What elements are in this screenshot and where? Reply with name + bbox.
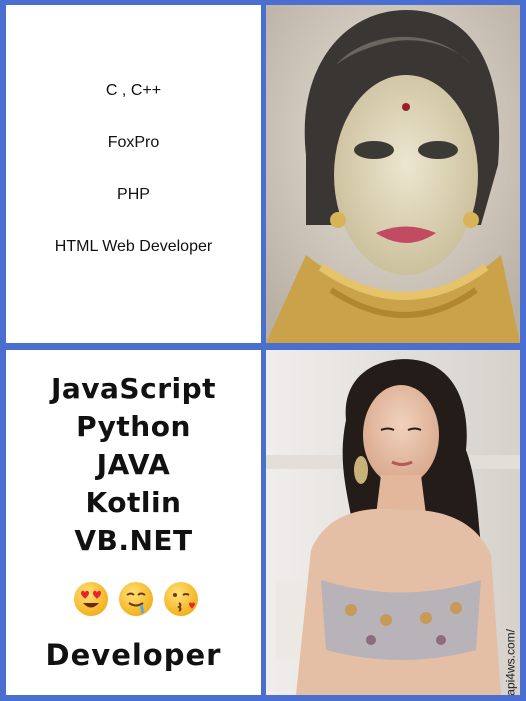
new-language-item: JavaScript xyxy=(50,372,217,405)
old-language-item: FoxPro xyxy=(107,134,160,151)
new-language-item: Kotlin xyxy=(85,486,182,519)
old-language-item: C , C++ xyxy=(105,82,162,99)
new-language-item: VB.NET xyxy=(74,524,193,557)
heart-eyes-emoji xyxy=(74,582,108,616)
new-languages-panel: JavaScript Python JAVA Kotlin VB.NET Dev… xyxy=(6,350,261,695)
new-language-item: Python xyxy=(76,410,191,443)
developer-label: Developer xyxy=(45,638,222,672)
emoji-row xyxy=(74,582,204,618)
woman-photo xyxy=(266,350,520,695)
woman-makeup-photo xyxy=(266,5,520,343)
new-language-item: JAVA xyxy=(96,448,171,481)
unflattering-photo xyxy=(266,5,520,343)
new-languages-list: JavaScript Python JAVA Kotlin VB.NET xyxy=(6,370,261,560)
old-language-item: PHP xyxy=(117,186,150,203)
flattering-photo: https://api4ws.com/ xyxy=(266,350,520,695)
drooling-emoji xyxy=(119,582,153,616)
old-languages-panel: C , C++ FoxPro PHP HTML Web Developer xyxy=(6,5,261,343)
old-language-item: HTML Web Developer xyxy=(54,238,213,255)
kissing-heart-emoji xyxy=(164,582,198,616)
watermark-url: https://api4ws.com/ xyxy=(504,629,518,695)
old-languages-list: C , C++ FoxPro PHP HTML Web Developer xyxy=(6,83,261,291)
